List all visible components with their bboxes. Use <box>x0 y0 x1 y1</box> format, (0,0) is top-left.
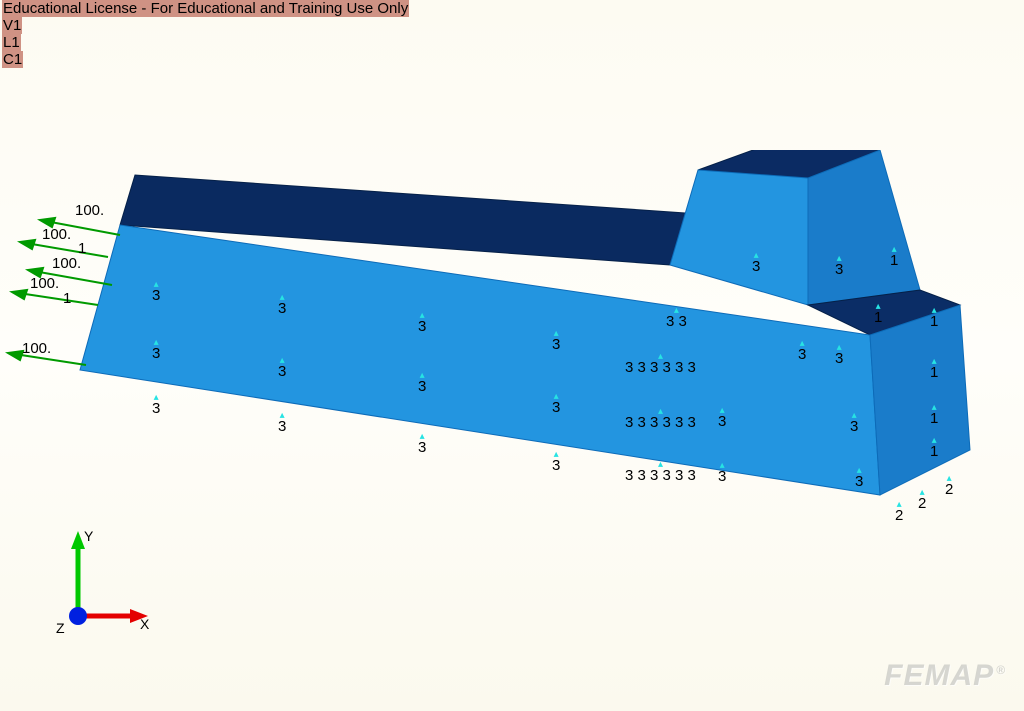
constraint-marker: ▴3 <box>752 253 760 275</box>
constraint-marker: ▴3 <box>835 345 843 367</box>
femap-watermark: FEMAP® <box>884 659 1006 693</box>
constraint-marker: ▴3 <box>552 452 560 474</box>
constraint-marker: ▴3 <box>418 373 426 395</box>
constraint-marker: ▴3 3 <box>666 308 687 330</box>
constraint-marker: ▴3 <box>152 282 160 304</box>
axis-y-label: Y <box>84 528 94 544</box>
constraint-marker: ▴3 <box>278 295 286 317</box>
constraint-marker: ▴3 <box>152 340 160 362</box>
axis-x-label: X <box>140 616 150 632</box>
load-label-1: 1 <box>78 240 86 257</box>
constraint-marker: ▴2 <box>895 502 903 524</box>
coordinate-triad[interactable]: Y X Z <box>30 521 150 651</box>
constraint-marker: ▴2 <box>945 476 953 498</box>
constraint-marker: ▴1 <box>930 359 938 381</box>
load-label: 100. <box>30 275 59 292</box>
license-label: Educational License - For Educational an… <box>2 0 409 17</box>
constraint-marker: ▴3 3 3 3 3 3 <box>625 409 696 431</box>
constraint-marker: ▴3 <box>855 468 863 490</box>
load-label: 100. <box>75 202 104 219</box>
constraint-marker: ▴3 <box>835 256 843 278</box>
solid-model[interactable] <box>70 150 990 520</box>
constraint-marker: ▴3 <box>718 408 726 430</box>
constraint-marker: ▴1 <box>930 308 938 330</box>
constraint-marker: ▴2 <box>918 490 926 512</box>
constraint-marker: ▴1 <box>930 405 938 427</box>
constraint-marker: ▴3 3 3 3 3 3 <box>625 462 696 484</box>
face-front-tower <box>670 170 808 305</box>
constraint-marker: ▴3 <box>552 331 560 353</box>
info-block: Educational License - For Educational an… <box>2 0 409 68</box>
constraintset-label: C1 <box>2 51 23 68</box>
constraint-marker: ▴3 3 3 3 3 3 <box>625 354 696 376</box>
load-label: 100. <box>42 226 71 243</box>
load-label: 100. <box>52 255 81 272</box>
constraint-marker: ▴3 <box>798 341 806 363</box>
constraint-marker: ▴1 <box>890 247 898 269</box>
axis-z-label: Z <box>56 620 65 636</box>
load-label-1: 1 <box>63 290 71 307</box>
constraint-marker: ▴3 <box>850 413 858 435</box>
face-side-tower <box>808 150 920 305</box>
model-svg <box>70 150 990 520</box>
constraint-marker: ▴3 <box>278 413 286 435</box>
constraint-marker: ▴1 <box>874 304 882 326</box>
constraint-marker: ▴1 <box>930 438 938 460</box>
constraint-marker: ▴3 <box>278 358 286 380</box>
graphics-viewport[interactable]: Educational License - For Educational an… <box>0 0 1024 711</box>
constraint-marker: ▴3 <box>152 395 160 417</box>
loadset-label: L1 <box>2 34 21 51</box>
constraint-marker: ▴3 <box>552 394 560 416</box>
view-label: V1 <box>2 17 22 34</box>
load-label: 100. <box>22 340 51 357</box>
constraint-marker: ▴3 <box>418 313 426 335</box>
face-side-right <box>870 305 970 495</box>
constraint-marker: ▴3 <box>418 434 426 456</box>
constraint-marker: ▴3 <box>718 463 726 485</box>
